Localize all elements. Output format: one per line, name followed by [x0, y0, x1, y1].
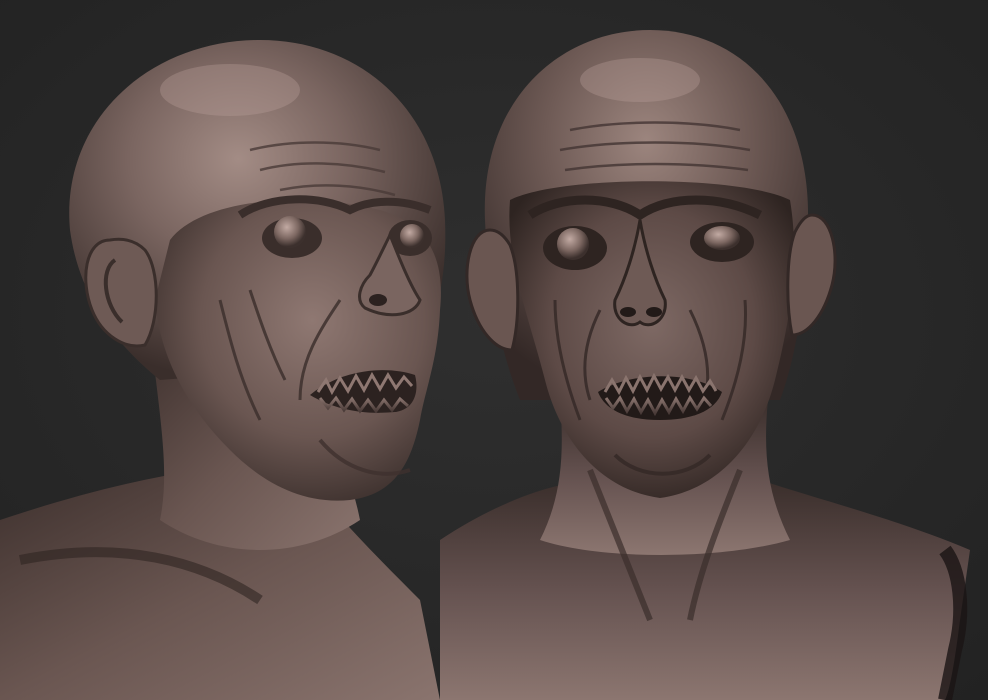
eye-right-b [704, 226, 740, 250]
eye-left-a [274, 216, 306, 248]
eye-left-b [400, 224, 424, 248]
sculpt-render [0, 0, 988, 700]
render-viewport [0, 0, 988, 700]
skull-highlight-left [160, 64, 300, 116]
eye-right-a [557, 228, 589, 260]
nostril-right-b [646, 307, 662, 317]
skull-highlight-right [580, 58, 700, 102]
nostril-right-a [620, 307, 636, 317]
nostril-left [369, 294, 387, 306]
